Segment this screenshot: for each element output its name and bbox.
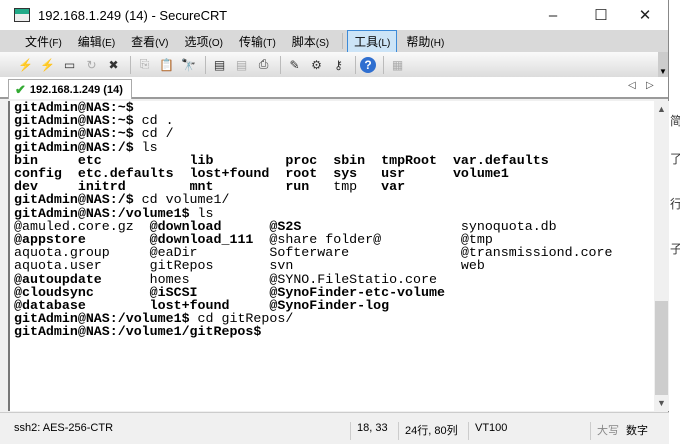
toolbar-overflow-icon[interactable]: ▼ (658, 52, 668, 77)
session-options-icon[interactable]: ✎ (285, 56, 304, 73)
session-tab-bar: ✔ 192.168.1.249 (14) ◁ ▷ (0, 77, 668, 99)
copy-icon[interactable]: ⎘ (135, 56, 154, 73)
title-bar: 192.168.1.249 (14) - SecureCRT – ☐ ✕ (0, 0, 668, 30)
menu-item-accelerator: (T) (263, 37, 276, 49)
tab-scroll-right-icon[interactable]: ▷ (646, 80, 654, 91)
toolbar-separator (383, 55, 384, 74)
toolbar-separator (355, 55, 356, 74)
print-selection-icon[interactable]: ▤ (232, 56, 251, 73)
menu-item-label: 脚本 (291, 34, 316, 49)
securecrt-window: 192.168.1.249 (14) - SecureCRT – ☐ ✕ 文件(… (0, 0, 669, 444)
find-icon[interactable]: 🔭 (179, 56, 198, 73)
menu-item-accelerator: (S) (315, 37, 330, 49)
keymap-icon[interactable]: ⚷ (329, 56, 348, 73)
connected-check-icon: ✔ (15, 81, 26, 97)
menu-item-label: 选项 (184, 34, 209, 49)
sftp-icon[interactable]: ▦ (388, 56, 407, 73)
minimize-button[interactable]: – (530, 0, 576, 30)
toolbar-separator (205, 55, 206, 74)
session-tab[interactable]: ✔ 192.168.1.249 (14) (8, 79, 132, 99)
help-icon[interactable]: ? (360, 56, 376, 73)
terminal-output: gitAdmin@NAS:~$ gitAdmin@NAS:~$ cd . gitAd… (14, 101, 612, 339)
disconnect-icon[interactable]: ✖ (104, 56, 123, 73)
close-button[interactable]: ✕ (622, 0, 668, 30)
menu-item-accelerator: (H) (430, 37, 445, 49)
terminal-line: gitAdmin@NAS:/volume1/gitRepos$ (14, 325, 612, 338)
securecrt-app-icon (14, 8, 30, 22)
terminal-bold-text: gitAdmin@NAS:/volume1/gitRepos$ (14, 324, 262, 340)
menu-item-label: 传输 (238, 34, 263, 49)
menu-item-v[interactable]: 查看(V) (124, 30, 175, 53)
menu-item-accelerator: (O) (208, 37, 223, 49)
menu-item-accelerator: (F) (49, 37, 62, 49)
terminal-bold-text: run (285, 179, 334, 195)
background-text: 简 (670, 114, 680, 128)
menu-item-e[interactable]: 编辑(E) (71, 30, 122, 53)
background-text: 了 (670, 152, 680, 166)
background-text: 子 (670, 242, 680, 256)
terminal-text: web (460, 258, 485, 274)
terminal-text: tmp (333, 179, 382, 195)
menu-item-o[interactable]: 选项(O) (178, 30, 230, 53)
status-num-lock: 数字 (626, 425, 648, 437)
terminal-bold-text: volume1 (452, 166, 509, 182)
status-cipher: ssh2: AES-256-CTR (14, 422, 114, 434)
window-title: 192.168.1.249 (14) - SecureCRT (38, 7, 228, 23)
quick-connect-icon[interactable]: ⚡ (16, 56, 35, 73)
menu-item-accelerator: (L) (378, 37, 391, 49)
scroll-down-icon[interactable]: ▼ (654, 398, 669, 408)
connect-in-tab-icon[interactable]: ⚡ (38, 56, 57, 73)
paste-icon[interactable]: 📋 (157, 56, 176, 73)
menu-item-label: 查看 (131, 34, 156, 49)
session-tab-label: 192.168.1.249 (14) (29, 83, 123, 96)
menu-item-f[interactable]: 文件(F) (18, 30, 69, 53)
maximize-button[interactable]: ☐ (578, 0, 624, 30)
status-bar: ssh2: AES-256-CTR 18, 33 24行, 80列 VT100 … (0, 412, 669, 444)
menu-separator (342, 33, 344, 49)
connect-icon[interactable]: ▭ (60, 56, 79, 73)
menu-item-label: 编辑 (77, 34, 102, 49)
status-emulation: VT100 (468, 422, 507, 440)
toolbar-separator (280, 55, 281, 74)
scrollbar-thumb[interactable] (655, 301, 668, 395)
menu-item-label: 帮助 (406, 34, 431, 49)
print-screen-icon[interactable]: ▤ (210, 56, 229, 73)
menu-item-accelerator: (V) (155, 37, 169, 49)
reconnect-icon[interactable]: ↻ (82, 56, 101, 73)
menu-item-t[interactable]: 传输(T) (232, 30, 283, 53)
background-text: 行 (670, 197, 680, 211)
terminal-view[interactable]: gitAdmin@NAS:~$ gitAdmin@NAS:~$ cd . gitAd… (8, 101, 654, 411)
menu-item-label: 文件 (25, 34, 50, 49)
menu-item-s[interactable]: 脚本(S) (285, 30, 336, 53)
status-cursor-position: 18, 33 (350, 422, 388, 440)
status-terminal-size: 24行, 80列 (398, 422, 458, 440)
toolbar-separator (130, 55, 131, 74)
menu-item-l[interactable]: 工具(L) (347, 29, 398, 53)
menu-item-label: 工具 (354, 34, 379, 49)
toolbar: ⚡ ⚡ ▭ ↻ ✖ ⎘ 📋 🔭 ▤ ▤ ⎙ ✎ ⚙ ⚷? ▦ ▼ (0, 52, 668, 77)
scroll-up-icon[interactable]: ▲ (654, 104, 669, 114)
vertical-scrollbar[interactable]: ▲ ▼ (654, 101, 669, 411)
status-caps-lock: 大写 (590, 422, 619, 440)
menu-item-accelerator: (E) (101, 37, 116, 49)
menu-bar: 文件(F) 编辑(E) 查看(V) 选项(O) 传输(T) 脚本(S) 工具(L) 帮助(H) (0, 29, 668, 53)
menu-item-h[interactable]: 帮助(H) (399, 30, 451, 53)
global-options-icon[interactable]: ⚙ (307, 56, 326, 73)
tab-scroll-left-icon[interactable]: ◁ (628, 80, 636, 91)
print-icon[interactable]: ⎙ (254, 56, 273, 73)
background-window-strip: 简 了 行 子 (669, 0, 680, 444)
terminal-bold-text: var (381, 179, 406, 195)
